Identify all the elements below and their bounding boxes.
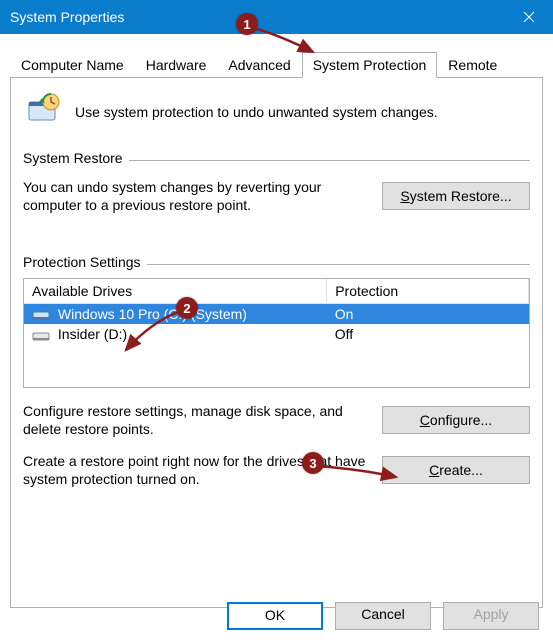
system-restore-icon	[23, 92, 63, 132]
drive-protection: Off	[327, 324, 529, 344]
restore-text: You can undo system changes by reverting…	[23, 178, 372, 214]
info-text: Use system protection to undo unwanted s…	[75, 104, 438, 120]
drive-row[interactable]: Windows 10 Pro (C:) (System) On	[24, 304, 529, 325]
tab-computer-name[interactable]: Computer Name	[10, 52, 135, 77]
group-protection-settings: Protection Settings Available Drives Pro…	[23, 254, 530, 488]
drives-list[interactable]: Available Drives Protection Windows 10 P…	[23, 278, 530, 388]
tab-hardware[interactable]: Hardware	[135, 52, 218, 77]
ok-button[interactable]: OK	[227, 602, 323, 630]
footer-buttons: OK Cancel Apply	[227, 602, 539, 630]
drive-name: Insider (D:)	[58, 326, 127, 342]
cancel-button[interactable]: Cancel	[335, 602, 431, 630]
tab-system-protection[interactable]: System Protection	[302, 52, 438, 78]
configure-button[interactable]: Configure...	[382, 406, 530, 434]
group-title-restore: System Restore	[23, 150, 129, 166]
create-button[interactable]: Create...	[382, 456, 530, 484]
drive-name: Windows 10 Pro (C:) (System)	[58, 306, 247, 322]
annotation-marker-3: 3	[302, 452, 324, 474]
drive-icon	[32, 308, 50, 322]
drive-protection: On	[327, 304, 529, 325]
annotation-marker-2: 2	[176, 297, 198, 319]
drive-icon	[32, 329, 50, 343]
group-system-restore: System Restore You can undo system chang…	[23, 150, 530, 214]
apply-button[interactable]: Apply	[443, 602, 539, 630]
close-icon	[523, 11, 535, 23]
drive-row[interactable]: Insider (D:) Off	[24, 324, 529, 344]
configure-text: Configure restore settings, manage disk …	[23, 402, 372, 438]
titlebar: System Properties	[0, 0, 553, 34]
tab-advanced[interactable]: Advanced	[217, 52, 301, 77]
col-protection[interactable]: Protection	[327, 279, 529, 304]
annotation-marker-1: 1	[236, 13, 258, 35]
system-restore-button[interactable]: System Restore...	[382, 182, 530, 210]
close-button[interactable]	[505, 0, 553, 34]
col-available-drives[interactable]: Available Drives	[24, 279, 327, 304]
group-title-protection: Protection Settings	[23, 254, 147, 270]
tab-strip: Computer Name Hardware Advanced System P…	[10, 52, 543, 78]
tab-content: Use system protection to undo unwanted s…	[10, 78, 543, 608]
tab-remote[interactable]: Remote	[437, 52, 508, 77]
